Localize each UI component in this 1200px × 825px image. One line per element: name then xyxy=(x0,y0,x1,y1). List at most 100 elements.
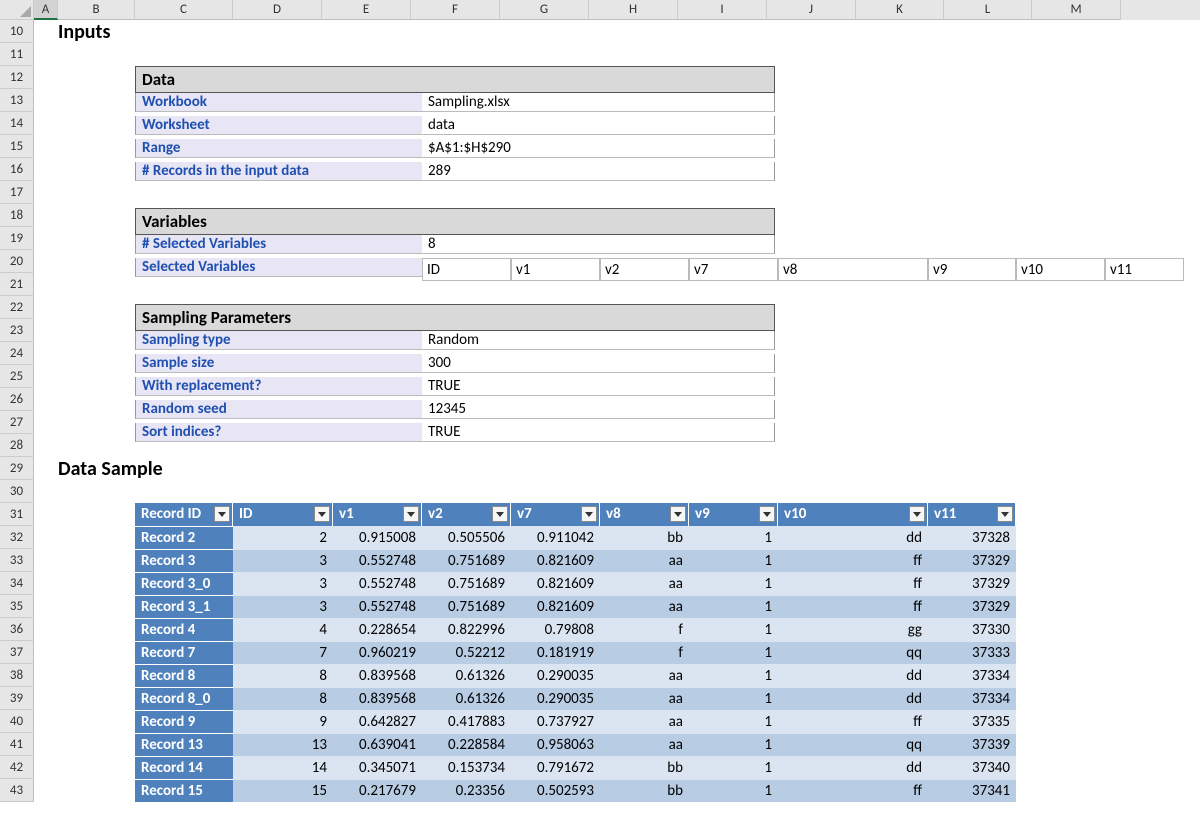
row-header-39[interactable]: 39 xyxy=(0,687,34,710)
table-row-id[interactable]: Record 8 xyxy=(135,664,233,687)
table-cell-id[interactable]: 3 xyxy=(233,595,333,618)
col-header-B[interactable]: B xyxy=(58,0,135,20)
table-cell-v2[interactable]: 0.751689 xyxy=(422,572,511,595)
row-header-33[interactable]: 33 xyxy=(0,549,34,572)
table-cell-v9[interactable]: 1 xyxy=(689,779,778,802)
table-cell-v10[interactable]: ff xyxy=(778,549,928,572)
table-cell-v1[interactable]: 0.345071 xyxy=(333,756,422,779)
table-cell-v11[interactable]: 37340 xyxy=(928,756,1016,779)
select-all-corner[interactable] xyxy=(0,0,34,20)
value-worksheet[interactable]: data xyxy=(422,116,775,135)
table-cell-v7[interactable]: 0.737927 xyxy=(511,710,600,733)
table-cell-v11[interactable]: 37334 xyxy=(928,664,1016,687)
value-random-seed[interactable]: 12345 xyxy=(422,400,775,419)
selected-var-4[interactable]: v8 xyxy=(778,258,928,281)
col-header-F[interactable]: F xyxy=(411,0,500,20)
table-row-id[interactable]: Record 14 xyxy=(135,756,233,779)
table-row-id[interactable]: Record 2 xyxy=(135,526,233,549)
row-header-29[interactable]: 29 xyxy=(0,457,34,480)
table-cell-v7[interactable]: 0.821609 xyxy=(511,549,600,572)
row-header-19[interactable]: 19 xyxy=(0,227,34,250)
table-cell-v7[interactable]: 0.290035 xyxy=(511,687,600,710)
table-cell-v9[interactable]: 1 xyxy=(689,526,778,549)
row-header-25[interactable]: 25 xyxy=(0,365,34,388)
row-header-42[interactable]: 42 xyxy=(0,756,34,779)
table-cell-id[interactable]: 3 xyxy=(233,549,333,572)
col-header-G[interactable]: G xyxy=(500,0,589,20)
col-header-A[interactable]: A xyxy=(34,0,58,20)
table-cell-v7[interactable]: 0.911042 xyxy=(511,526,600,549)
row-header-35[interactable]: 35 xyxy=(0,595,34,618)
table-row-id[interactable]: Record 3 xyxy=(135,549,233,572)
table-header-v11[interactable]: v11 xyxy=(928,503,1016,526)
row-header-15[interactable]: 15 xyxy=(0,135,34,158)
row-header-41[interactable]: 41 xyxy=(0,733,34,756)
filter-dropdown-icon[interactable] xyxy=(670,506,686,522)
selected-var-3[interactable]: v7 xyxy=(689,258,778,281)
col-header-H[interactable]: H xyxy=(589,0,678,20)
table-header-v9[interactable]: v9 xyxy=(689,503,778,526)
table-row-id[interactable]: Record 9 xyxy=(135,710,233,733)
value-with-replacement[interactable]: TRUE xyxy=(422,377,775,396)
row-header-10[interactable]: 10 xyxy=(0,20,34,43)
table-cell-v11[interactable]: 37329 xyxy=(928,549,1016,572)
table-cell-v1[interactable]: 0.552748 xyxy=(333,572,422,595)
table-cell-id[interactable]: 9 xyxy=(233,710,333,733)
table-cell-v11[interactable]: 37334 xyxy=(928,687,1016,710)
table-cell-v7[interactable]: 0.791672 xyxy=(511,756,600,779)
table-cell-v8[interactable]: aa xyxy=(600,687,689,710)
filter-dropdown-icon[interactable] xyxy=(403,506,419,522)
table-cell-v9[interactable]: 1 xyxy=(689,641,778,664)
table-cell-v1[interactable]: 0.217679 xyxy=(333,779,422,802)
row-header-36[interactable]: 36 xyxy=(0,618,34,641)
table-header-v1[interactable]: v1 xyxy=(333,503,422,526)
row-header-13[interactable]: 13 xyxy=(0,89,34,112)
row-header-28[interactable]: 28 xyxy=(0,434,34,457)
row-header-26[interactable]: 26 xyxy=(0,388,34,411)
col-header-C[interactable]: C xyxy=(135,0,233,20)
table-cell-v8[interactable]: aa xyxy=(600,664,689,687)
row-header-11[interactable]: 11 xyxy=(0,43,34,66)
table-cell-id[interactable]: 15 xyxy=(233,779,333,802)
table-cell-v11[interactable]: 37330 xyxy=(928,618,1016,641)
table-cell-v11[interactable]: 37333 xyxy=(928,641,1016,664)
filter-dropdown-icon[interactable] xyxy=(492,506,508,522)
table-cell-v1[interactable]: 0.642827 xyxy=(333,710,422,733)
table-cell-id[interactable]: 8 xyxy=(233,664,333,687)
table-cell-v1[interactable]: 0.552748 xyxy=(333,595,422,618)
table-cell-v11[interactable]: 37341 xyxy=(928,779,1016,802)
row-header-18[interactable]: 18 xyxy=(0,204,34,227)
table-cell-v1[interactable]: 0.915008 xyxy=(333,526,422,549)
col-header-L[interactable]: L xyxy=(944,0,1032,20)
selected-var-1[interactable]: v1 xyxy=(511,258,600,281)
table-cell-v2[interactable]: 0.417883 xyxy=(422,710,511,733)
table-cell-v11[interactable]: 37328 xyxy=(928,526,1016,549)
filter-dropdown-icon[interactable] xyxy=(581,506,597,522)
table-row-id[interactable]: Record 4 xyxy=(135,618,233,641)
table-cell-v8[interactable]: f xyxy=(600,641,689,664)
col-header-I[interactable]: I xyxy=(678,0,767,20)
row-header-12[interactable]: 12 xyxy=(0,66,34,89)
table-cell-v8[interactable]: aa xyxy=(600,733,689,756)
row-header-34[interactable]: 34 xyxy=(0,572,34,595)
selected-var-0[interactable]: ID xyxy=(422,258,511,281)
table-header-v2[interactable]: v2 xyxy=(422,503,511,526)
table-cell-v8[interactable]: aa xyxy=(600,710,689,733)
table-row-id[interactable]: Record 3_0 xyxy=(135,572,233,595)
table-cell-v11[interactable]: 37335 xyxy=(928,710,1016,733)
value-sample-size[interactable]: 300 xyxy=(422,354,775,373)
table-cell-v10[interactable]: qq xyxy=(778,733,928,756)
row-header-24[interactable]: 24 xyxy=(0,342,34,365)
table-cell-v10[interactable]: gg xyxy=(778,618,928,641)
table-cell-v9[interactable]: 1 xyxy=(689,756,778,779)
table-cell-v11[interactable]: 37329 xyxy=(928,595,1016,618)
row-header-23[interactable]: 23 xyxy=(0,319,34,342)
table-cell-v10[interactable]: dd xyxy=(778,756,928,779)
value-sampling-type[interactable]: Random xyxy=(422,331,775,350)
table-cell-v11[interactable]: 37339 xyxy=(928,733,1016,756)
table-cell-v10[interactable]: ff xyxy=(778,572,928,595)
table-cell-v7[interactable]: 0.821609 xyxy=(511,595,600,618)
filter-dropdown-icon[interactable] xyxy=(759,506,775,522)
filter-dropdown-icon[interactable] xyxy=(909,506,925,522)
table-cell-v9[interactable]: 1 xyxy=(689,549,778,572)
